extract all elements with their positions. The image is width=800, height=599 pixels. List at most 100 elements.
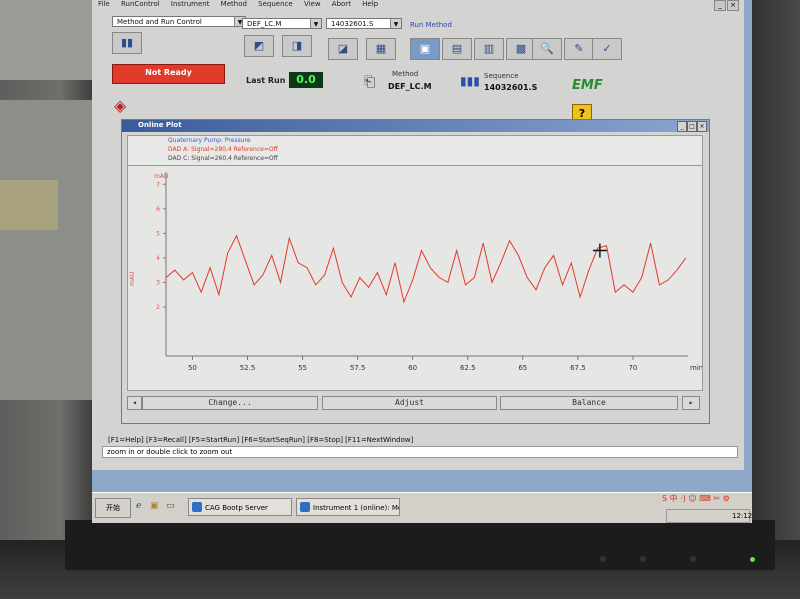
diagnosis-icon[interactable]: ✎: [564, 38, 594, 60]
task-instrument[interactable]: Instrument 1 (online): Me...: [296, 498, 400, 516]
sequence-label: Sequence: [484, 72, 519, 80]
plot-minimize-button[interactable]: _: [677, 121, 687, 132]
ime-toolbar[interactable]: S 中 ·) ☺ ⌨ ✂ ⚙: [662, 493, 730, 504]
menu-runcontrol[interactable]: RunControl: [121, 0, 160, 8]
menu-method[interactable]: Method: [221, 0, 247, 8]
x-tick-label: 55: [298, 364, 307, 372]
legend-pump-pressure: Quaternary Pump: Pressure: [168, 137, 251, 144]
adjust-button[interactable]: Adjust: [322, 396, 497, 410]
background-object: [0, 180, 58, 230]
report-icon[interactable]: 🔍: [532, 38, 562, 60]
clock: 12:12: [732, 512, 752, 520]
method-label: Method: [392, 70, 419, 78]
dad-a-signal-line: [165, 234, 687, 304]
app-icon: [300, 502, 310, 512]
chevron-down-icon: ▼: [390, 19, 401, 28]
start-button[interactable]: 开始: [95, 498, 131, 518]
method-value: DEF_LC.M: [388, 82, 432, 91]
x-tick-label: 62.5: [460, 364, 476, 372]
run-method-icon[interactable]: ▣: [410, 38, 440, 60]
background-object: [0, 100, 92, 400]
y-tick-label: 4: [156, 255, 160, 262]
close-button[interactable]: ×: [727, 0, 739, 11]
sequence-icon: ▮▮▮: [460, 74, 480, 88]
y-tick-label: 3: [156, 279, 160, 286]
x-tick-label: 52.5: [240, 364, 256, 372]
scroll-right-button[interactable]: ▸: [682, 396, 700, 410]
monitor-screen: File RunControl Instrument Method Sequen…: [92, 0, 752, 523]
chemstation-window: File RunControl Instrument Method Sequen…: [92, 0, 744, 470]
method-icon: ⎗: [364, 74, 376, 90]
task-cag-bootp[interactable]: CAG Bootp Server: [188, 498, 292, 516]
task-instrument-label: Instrument 1 (online): Me...: [313, 504, 400, 512]
y-tick-label: 7: [156, 181, 160, 188]
online-signal-icon[interactable]: ▥: [474, 38, 504, 60]
plot-area[interactable]: 50 52.5 55 57.5 60 62.5 65 67.5 70 7 6 5 4 3 2 mAU mAU mi…: [127, 165, 703, 391]
x-tick-label: 60: [408, 364, 417, 372]
legend-dad-c: DAD C: Signal=260,4 Reference=Off: [168, 155, 278, 162]
plot-maximize-button[interactable]: □: [687, 121, 697, 132]
y-axis-unit: mAU: [154, 173, 168, 180]
vial-tray-icon[interactable]: ▮▮: [112, 32, 142, 54]
menu-instrument[interactable]: Instrument: [171, 0, 210, 8]
monitor-button: [690, 556, 696, 562]
menu-sequence[interactable]: Sequence: [258, 0, 293, 8]
verification-icon[interactable]: ✓: [592, 38, 622, 60]
emf-logo: EMF: [572, 78, 603, 93]
y-tick-label: 5: [156, 230, 160, 237]
method-combo[interactable]: DEF_LC.M ▼: [242, 18, 322, 29]
run-method-label: Run Method: [410, 21, 452, 29]
menu-file[interactable]: File: [98, 0, 110, 8]
method-diagram-icon: ◈: [114, 96, 127, 115]
load-sequence-icon[interactable]: ◪: [328, 38, 358, 60]
monitor-bezel: [65, 520, 775, 570]
x-tick-label: 50: [188, 364, 197, 372]
save-method-icon[interactable]: ◨: [282, 35, 312, 57]
method-combo-value: DEF_LC.M: [247, 20, 282, 28]
quicklaunch-folder-icon[interactable]: ▣: [150, 501, 159, 511]
change-button[interactable]: Change...: [142, 396, 318, 410]
quicklaunch-desktop-icon[interactable]: ▭: [166, 501, 175, 511]
instrument-status: Not Ready: [112, 64, 225, 84]
x-axis-label: min: [690, 364, 702, 372]
sequence-combo[interactable]: 14032601.S ▼: [326, 18, 402, 29]
x-tick-label: 57.5: [350, 364, 366, 372]
last-run-label: Last Run: [246, 76, 286, 85]
online-plot-window: Online Plot _ □ × Quaternary Pump: Press…: [121, 119, 710, 424]
run-sequence-icon[interactable]: ▤: [442, 38, 472, 60]
x-tick-label: 65: [518, 364, 527, 372]
scroll-left-button[interactable]: ◂: [127, 396, 142, 410]
x-tick-label: 67.5: [570, 364, 586, 372]
menu-abort[interactable]: Abort: [332, 0, 351, 8]
online-plot-titlebar[interactable]: Online Plot _ □ ×: [122, 120, 709, 132]
task-cag-bootp-label: CAG Bootp Server: [205, 504, 268, 512]
sequence-combo-value: 14032601.S: [331, 20, 374, 28]
menu-view[interactable]: View: [304, 0, 321, 8]
balance-button[interactable]: Balance: [500, 396, 678, 410]
view-combo[interactable]: Method and Run Control ▼: [112, 16, 246, 27]
power-led: [750, 557, 755, 562]
monitor-button: [640, 556, 646, 562]
chevron-down-icon: ▼: [310, 19, 321, 28]
signal-chart[interactable]: 50 52.5 55 57.5 60 62.5 65 67.5 70765432mAUmAUmi…: [128, 166, 702, 390]
view-combo-value: Method and Run Control: [117, 18, 202, 26]
y-tick-label: 6: [156, 206, 160, 213]
sequence-value: 14032601.S: [484, 83, 538, 92]
y-tick-label: 2: [156, 304, 160, 311]
save-sequence-icon[interactable]: ▦: [366, 38, 396, 60]
background-wall-window: [0, 0, 95, 80]
quicklaunch-ie-icon[interactable]: ℯ: [136, 501, 141, 511]
menu-help[interactable]: Help: [362, 0, 378, 8]
taskbar: 开始 ℯ ▣ ▭ CAG Bootp Server Instrument 1 (…: [92, 492, 752, 523]
status-hint: zoom in or double click to zoom out: [102, 446, 738, 458]
online-plot-title: Online Plot: [138, 121, 182, 129]
function-keys: [F1=Help] [F3=Recall] [F5=StartRun] [F6=…: [108, 436, 414, 444]
minimize-button[interactable]: _: [714, 0, 726, 11]
x-tick-label: 70: [628, 364, 637, 372]
monitor-button: [600, 556, 606, 562]
menu-bar: File RunControl Instrument Method Sequen…: [98, 0, 387, 12]
legend-dad-a: DAD A: Signal=280,4 Reference=Off: [168, 146, 278, 153]
plot-close-button[interactable]: ×: [697, 121, 707, 132]
app-icon: [192, 502, 202, 512]
load-method-icon[interactable]: ◩: [244, 35, 274, 57]
